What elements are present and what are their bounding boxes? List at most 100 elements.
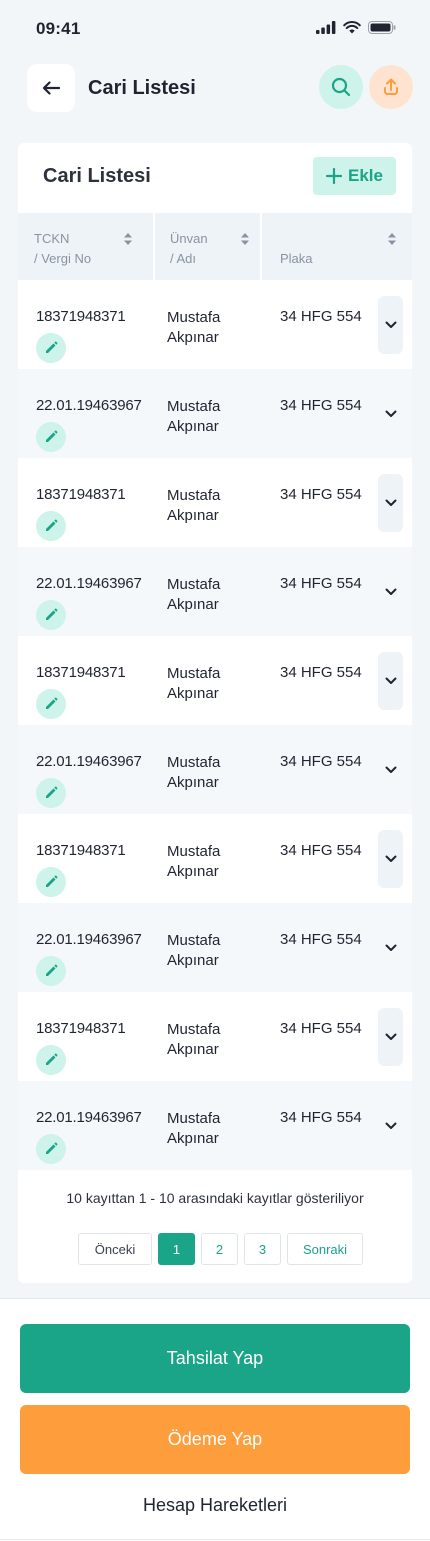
cell-plaka: 34 HFG 554 xyxy=(280,931,362,948)
column-header-tckn[interactable]: TCKN / Vergi No xyxy=(34,213,154,280)
cell-unvan-line2: Akpınar xyxy=(167,418,219,435)
page-3-button[interactable]: 3 xyxy=(244,1233,281,1265)
card-title: Cari Listesi xyxy=(43,165,151,187)
cell-unvan-line2: Akpınar xyxy=(167,1041,219,1058)
pencil-icon xyxy=(46,875,58,887)
edit-button[interactable] xyxy=(36,778,66,808)
chevron-down-icon xyxy=(385,944,396,951)
pencil-icon xyxy=(46,1142,58,1154)
add-button[interactable]: Ekle xyxy=(313,157,396,195)
cell-unvan-line1: Mustafa xyxy=(167,1110,221,1127)
table-row: 18371948371 Mustafa Akpınar 34 HFG 554 xyxy=(18,280,412,369)
column-label-tckn: TCKN / Vergi No xyxy=(34,231,92,266)
expand-row-button[interactable] xyxy=(378,830,403,888)
edit-button[interactable] xyxy=(36,600,66,630)
back-arrow-icon xyxy=(42,81,60,95)
cell-plaka: 34 HFG 554 xyxy=(280,842,362,859)
sort-icon xyxy=(388,233,396,245)
cell-unvan: Mustafa Akpınar xyxy=(167,575,220,615)
back-button[interactable] xyxy=(27,64,75,112)
account-history-link[interactable]: Hesap Hareketleri xyxy=(0,1495,430,1516)
expand-row-button[interactable] xyxy=(378,652,403,710)
expand-row-button[interactable] xyxy=(378,919,403,977)
expand-row-button[interactable] xyxy=(378,1008,403,1066)
page-1-button[interactable]: 1 xyxy=(158,1233,195,1265)
expand-row-button[interactable] xyxy=(378,474,403,532)
cell-unvan-line2: Akpınar xyxy=(167,863,219,880)
sort-icon xyxy=(124,233,132,245)
table-row: 18371948371 Mustafa Akpınar 34 HFG 554 xyxy=(18,458,412,547)
cari-list-card: Cari Listesi Ekle TCKN / Vergi No Ünvan … xyxy=(18,143,412,1283)
column-divider xyxy=(260,213,262,280)
collect-button[interactable]: Tahsilat Yap xyxy=(20,1324,410,1393)
cell-unvan: Mustafa Akpınar xyxy=(167,664,220,704)
column-header-plaka[interactable]: Plaka xyxy=(280,213,400,280)
upload-button[interactable] xyxy=(369,65,413,109)
cell-tckn: 22.01.19463967 xyxy=(36,575,142,592)
add-button-label: Ekle xyxy=(348,166,383,185)
cell-tckn: 18371948371 xyxy=(36,1020,126,1037)
pencil-icon xyxy=(46,697,58,709)
cell-unvan-line1: Mustafa xyxy=(167,665,221,682)
chevron-down-icon xyxy=(385,855,396,862)
edit-button[interactable] xyxy=(36,956,66,986)
cell-unvan-line1: Mustafa xyxy=(167,932,221,949)
edit-button[interactable] xyxy=(36,333,66,363)
status-bar: 09:41 xyxy=(0,0,430,58)
cell-plaka: 34 HFG 554 xyxy=(280,664,362,681)
table-header: TCKN / Vergi No Ünvan / Adı Plaka xyxy=(18,213,412,280)
cell-unvan: Mustafa Akpınar xyxy=(167,486,220,526)
plus-icon xyxy=(326,168,342,184)
cell-unvan-line1: Mustafa xyxy=(167,487,221,504)
cell-tckn: 18371948371 xyxy=(36,842,126,859)
sort-icon xyxy=(241,233,249,245)
cell-unvan-line2: Akpınar xyxy=(167,685,219,702)
cell-plaka: 34 HFG 554 xyxy=(280,486,362,503)
cell-unvan: Mustafa Akpınar xyxy=(167,753,220,793)
expand-row-button[interactable] xyxy=(378,296,403,354)
pencil-icon xyxy=(46,1053,58,1065)
cell-unvan: Mustafa Akpınar xyxy=(167,1109,220,1149)
cell-unvan-line1: Mustafa xyxy=(167,576,221,593)
bottom-divider xyxy=(0,1539,430,1540)
expand-row-button[interactable] xyxy=(378,741,403,799)
edit-button[interactable] xyxy=(36,1045,66,1075)
chevron-down-icon xyxy=(385,766,396,773)
card-header: Cari Listesi Ekle xyxy=(18,143,412,213)
column-divider xyxy=(153,213,155,280)
search-button[interactable] xyxy=(319,65,363,109)
edit-button[interactable] xyxy=(36,689,66,719)
expand-row-button[interactable] xyxy=(378,385,403,443)
edit-button[interactable] xyxy=(36,867,66,897)
page-title: Cari Listesi xyxy=(88,77,196,99)
cell-unvan-line2: Akpınar xyxy=(167,507,219,524)
upload-icon xyxy=(384,78,398,95)
cell-plaka: 34 HFG 554 xyxy=(280,1020,362,1037)
cell-tckn: 18371948371 xyxy=(36,664,126,681)
prev-page-button[interactable]: Önceki xyxy=(78,1233,152,1265)
column-label-plaka: Plaka xyxy=(280,251,313,266)
bottom-action-panel: Tahsilat Yap Ödeme Yap Hesap Hareketleri xyxy=(0,1298,430,1541)
pay-button[interactable]: Ödeme Yap xyxy=(20,1405,410,1474)
chevron-down-icon xyxy=(385,677,396,684)
edit-button[interactable] xyxy=(36,511,66,541)
next-page-button[interactable]: Sonraki xyxy=(287,1233,363,1265)
cell-unvan: Mustafa Akpınar xyxy=(167,397,220,437)
pagination: Önceki 1 2 3 Sonraki xyxy=(78,1233,363,1265)
table-row: 22.01.19463967 Mustafa Akpınar 34 HFG 554 xyxy=(18,903,412,992)
edit-button[interactable] xyxy=(36,1134,66,1164)
table-row: 18371948371 Mustafa Akpınar 34 HFG 554 xyxy=(18,814,412,903)
expand-row-button[interactable] xyxy=(378,563,403,621)
cell-unvan-line1: Mustafa xyxy=(167,754,221,771)
expand-row-button[interactable] xyxy=(378,1097,403,1155)
chevron-down-icon xyxy=(385,410,396,417)
cell-unvan-line1: Mustafa xyxy=(167,1021,221,1038)
column-header-unvan[interactable]: Ünvan / Adı xyxy=(170,213,260,280)
cell-unvan-line2: Akpınar xyxy=(167,952,219,969)
page-2-button[interactable]: 2 xyxy=(201,1233,238,1265)
cell-unvan-line2: Akpınar xyxy=(167,329,219,346)
table-row: 18371948371 Mustafa Akpınar 34 HFG 554 xyxy=(18,636,412,725)
pencil-icon xyxy=(46,964,58,976)
cell-unvan: Mustafa Akpınar xyxy=(167,308,220,348)
edit-button[interactable] xyxy=(36,422,66,452)
